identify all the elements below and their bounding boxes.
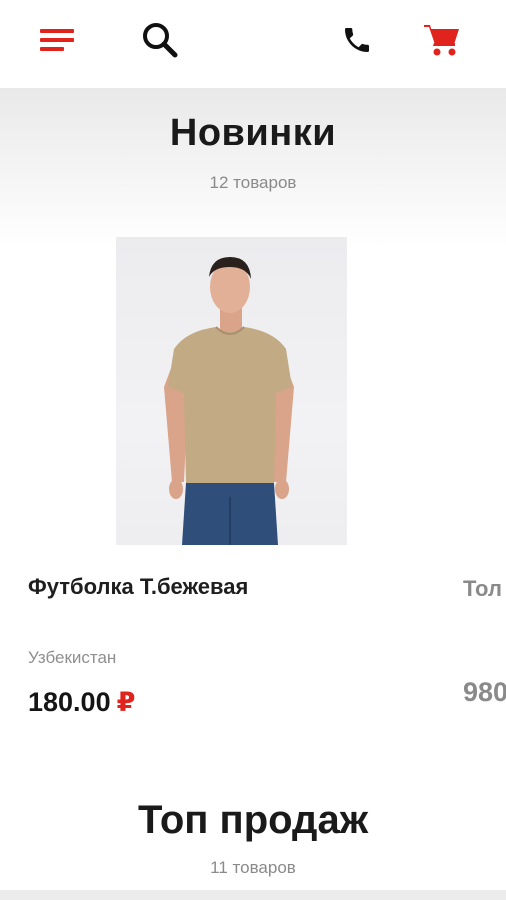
product-price: 180.00 ₽ [28, 687, 135, 718]
product-name-partial[interactable]: Тол [463, 576, 502, 602]
tshirt-model-photo [164, 257, 294, 545]
price-value: 180.00 [28, 687, 111, 717]
product-origin: Узбекистан [28, 648, 117, 667]
new-arrivals-count: 12 товаров [209, 173, 297, 192]
product-price-partial: 980 [463, 677, 506, 707]
currency-symbol: ₽ [116, 687, 136, 717]
product-name[interactable]: Футболка Т.бежевая [28, 574, 248, 600]
bestsellers-title: Топ продаж [137, 798, 369, 842]
shopping-cart-icon [424, 25, 459, 56]
new-arrivals-title: Новинки [169, 112, 337, 154]
header [0, 0, 506, 88]
search-icon [143, 23, 178, 58]
hamburger-menu-icon [40, 29, 74, 51]
bestsellers-count: 11 товаров [210, 858, 296, 877]
bottom-strip [0, 890, 506, 900]
cart-button[interactable] [420, 18, 464, 62]
phone-button[interactable] [335, 18, 379, 62]
page: Новинки 12 товаров Футболка Т.бежевая Уз… [0, 0, 506, 900]
menu-button[interactable] [36, 18, 80, 62]
search-button[interactable] [138, 18, 182, 62]
phone-icon [345, 28, 369, 52]
product-image[interactable] [116, 237, 347, 545]
